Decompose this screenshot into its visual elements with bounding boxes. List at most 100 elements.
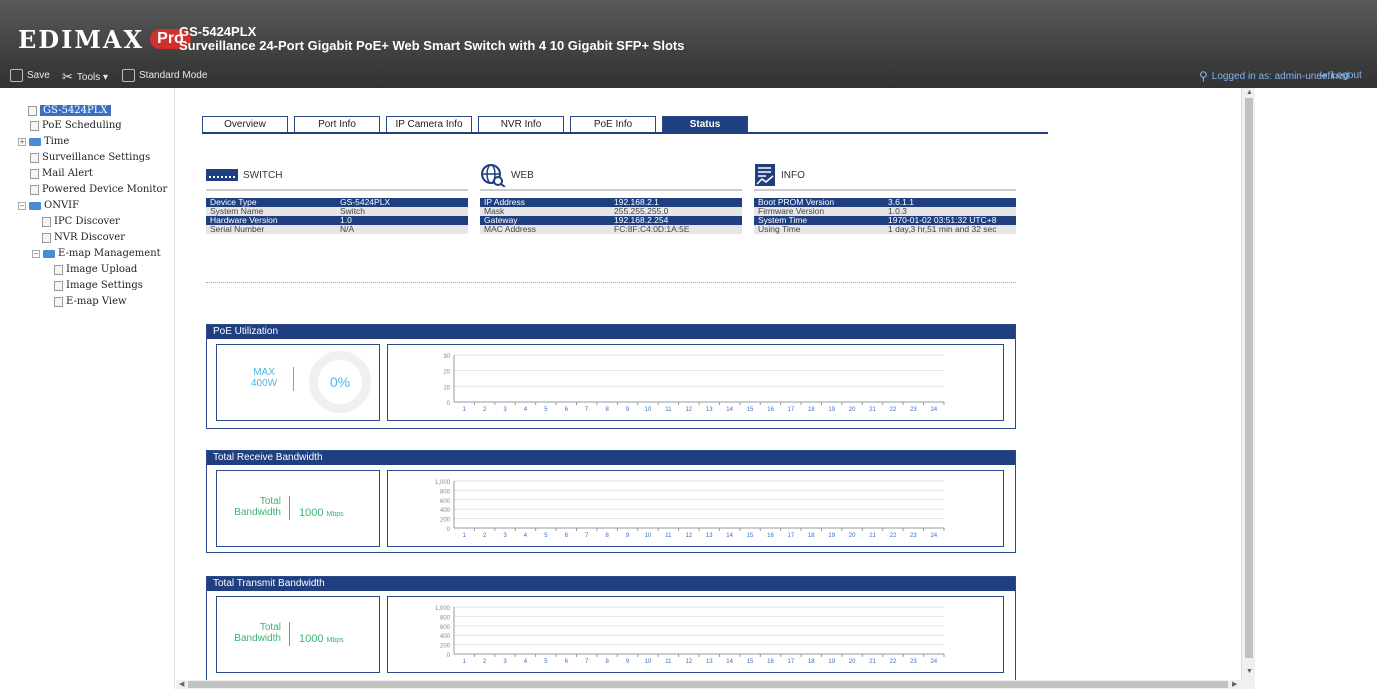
model-name: GS-5424PLX — [179, 24, 257, 39]
row-value: FC:8F:C4:0D:1A:5E — [614, 224, 690, 234]
scroll-up-icon[interactable]: ▲ — [1246, 89, 1253, 96]
row-value: Switch — [340, 206, 366, 216]
tree-item-ipc-discover[interactable]: IPC Discover — [42, 214, 120, 229]
scroll-left-icon[interactable]: ◀ — [179, 680, 184, 688]
tools-label: Tools ▾ — [76, 71, 109, 83]
page-icon — [54, 264, 63, 275]
tab-poe-info[interactable]: PoE Info — [570, 116, 656, 132]
save-label: Save — [27, 70, 50, 81]
tree-item-image-upload[interactable]: Image Upload — [54, 262, 137, 277]
y-tick-label: 0 — [447, 401, 451, 407]
expander-icon[interactable]: + — [18, 137, 26, 146]
tree-item-nvr-discover[interactable]: NVR Discover — [42, 230, 125, 245]
x-tick-label: 24 — [930, 659, 937, 665]
x-tick-label: 17 — [788, 659, 795, 665]
tree-item-label: PoE Scheduling — [42, 120, 122, 131]
tree-item-surveillance-settings[interactable]: Surveillance Settings — [30, 150, 150, 165]
scroll-right-icon[interactable]: ▶ — [1232, 680, 1237, 688]
y-tick-label: 200 — [440, 518, 451, 524]
poe-max-value: 400W — [251, 378, 278, 389]
save-button[interactable]: Save — [10, 69, 50, 82]
horizontal-scrollbar[interactable]: ◀ ▶ — [176, 680, 1255, 689]
web-row: MAC Address FC:8F:C4:0D:1A:5E — [480, 225, 742, 234]
tab-nvr-info[interactable]: NVR Info — [478, 116, 564, 132]
transmit-value: 1000 Mbps — [299, 633, 344, 645]
switch-info: SWITCH Device Type GS-5424PLX System Name S… — [206, 163, 468, 234]
navigation-tree: GS-5424PLX PoE Scheduling + Time Surveillanc… — [0, 88, 175, 689]
x-tick-label: 2 — [483, 659, 487, 665]
tree-item-image-settings[interactable]: Image Settings — [54, 278, 143, 293]
x-tick-label: 10 — [645, 659, 652, 665]
page-icon — [42, 216, 51, 227]
app-header: EDIMAX Pro GS-5424PLX Surveillance 24-Po… — [0, 0, 1377, 88]
receive-label: Total Bandwidth — [231, 496, 281, 518]
info-table: Boot PROM Version 3.6.1.1 Firmware Version… — [754, 198, 1016, 234]
tree-item-poe-scheduling[interactable]: PoE Scheduling — [30, 118, 122, 133]
x-tick-label: 15 — [747, 533, 754, 539]
row-key: Serial Number — [210, 224, 265, 234]
tree-item-label: Powered Device Monitor — [42, 184, 168, 195]
x-tick-label: 12 — [685, 407, 692, 413]
tree-item-time[interactable]: + Time — [18, 134, 69, 149]
tools-menu[interactable]: ✂ Tools ▾ — [62, 69, 108, 85]
x-tick-label: 6 — [565, 533, 569, 539]
tree-item-powered-device-monitor[interactable]: Powered Device Monitor — [30, 182, 167, 197]
x-tick-label: 11 — [665, 659, 672, 665]
receive-value: 1000 Mbps — [299, 507, 344, 519]
tree-item-onvif[interactable]: − ONVIF — [18, 198, 79, 213]
x-tick-label: 9 — [626, 659, 630, 665]
tab-bar: Overview Port Info IP Camera Info NVR Info P… — [202, 116, 748, 132]
tab-overview[interactable]: Overview — [202, 116, 288, 132]
x-tick-label: 23 — [910, 659, 917, 665]
logout-label: Logout — [1331, 70, 1362, 81]
x-tick-label: 7 — [585, 659, 589, 665]
scroll-down-icon[interactable]: ▼ — [1246, 668, 1253, 675]
x-tick-label: 22 — [890, 407, 897, 413]
y-tick-label: 600 — [440, 499, 451, 505]
x-tick-label: 20 — [849, 407, 856, 413]
section-divider — [206, 282, 1016, 283]
tree-item-e-map-view[interactable]: E-map View — [54, 294, 127, 309]
receive-divider — [289, 496, 290, 520]
receive-summary: Total Bandwidth 1000 Mbps — [216, 470, 380, 547]
standard-mode-button[interactable]: Standard Mode — [122, 69, 207, 82]
info-header: INFO — [754, 163, 1016, 191]
edimax-logo: EDIMAX Pro — [18, 24, 191, 54]
mode-icon — [122, 69, 135, 82]
x-tick-label: 21 — [869, 407, 876, 413]
tab-ip-camera-info[interactable]: IP Camera Info — [386, 116, 472, 132]
logout-button[interactable]: ⇥ Logout — [1318, 69, 1362, 82]
expander-icon[interactable]: − — [32, 249, 40, 258]
vertical-scrollbar[interactable]: ▲ ▼ — [1241, 88, 1255, 680]
switch-icon — [206, 169, 238, 181]
poe-summary: MAX 400W 0% — [216, 344, 380, 421]
x-tick-label: 16 — [767, 407, 774, 413]
page-icon — [30, 152, 39, 163]
vertical-scroll-thumb[interactable] — [1245, 98, 1253, 658]
x-tick-label: 19 — [828, 659, 835, 665]
tab-port-info[interactable]: Port Info — [294, 116, 380, 132]
poe-max-label: MAX — [253, 367, 275, 378]
x-tick-label: 22 — [890, 659, 897, 665]
horizontal-scroll-thumb[interactable] — [188, 681, 1228, 688]
page-icon — [30, 120, 39, 131]
row-value: N/A — [340, 224, 355, 234]
expander-icon[interactable]: − — [18, 201, 26, 210]
tab-status[interactable]: Status — [662, 116, 748, 132]
x-tick-label: 10 — [645, 407, 652, 413]
x-tick-label: 8 — [605, 407, 609, 413]
x-tick-label: 2 — [483, 533, 487, 539]
x-tick-label: 3 — [503, 659, 507, 665]
x-tick-label: 23 — [910, 407, 917, 413]
x-tick-label: 18 — [808, 533, 815, 539]
transmit-chart: 1,00080060040020001 2 3 4 5 6 7 8 9 10 11 12 13 14 15 1… — [435, 606, 945, 665]
y-tick-label: 200 — [440, 644, 451, 650]
switch-title: SWITCH — [243, 169, 283, 181]
x-tick-label: 11 — [665, 533, 672, 539]
logo-text: EDIMAX — [18, 24, 145, 54]
tree-item-gs-5424plx[interactable]: GS-5424PLX — [28, 103, 111, 118]
tree-item-mail-alert[interactable]: Mail Alert — [30, 166, 93, 181]
x-tick-label: 10 — [645, 533, 652, 539]
x-tick-label: 4 — [524, 533, 528, 539]
tree-item-e-map-management[interactable]: − E-map Management — [32, 246, 161, 261]
